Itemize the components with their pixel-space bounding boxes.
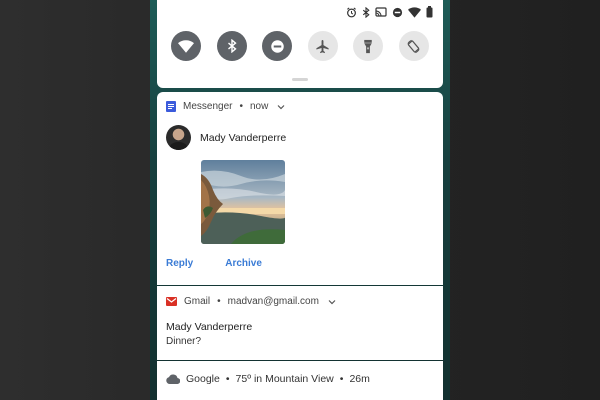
email-sender: Mady Vanderperre: [166, 321, 253, 333]
account-email: madvan@gmail.com: [227, 296, 319, 307]
chevron-down-icon[interactable]: [328, 299, 336, 305]
sender-row: Mady Vanderperre: [166, 125, 286, 150]
weather-row: Google • 75º in Mountain View • 26m: [166, 373, 370, 385]
shared-photo[interactable]: [201, 160, 285, 244]
notification-actions: Reply Archive: [166, 258, 262, 269]
do-not-disturb-icon: [392, 7, 403, 17]
app-name: Gmail: [184, 296, 211, 307]
email-subject: Dinner?: [166, 336, 202, 347]
alarm-icon: [347, 7, 356, 17]
do-not-disturb-icon: [270, 39, 284, 53]
separator-dot: •: [217, 296, 221, 307]
battery-icon: [426, 6, 433, 18]
messenger-app-icon: [166, 101, 176, 112]
bluetooth-tile[interactable]: [216, 31, 247, 61]
do-not-disturb-tile[interactable]: [262, 31, 293, 61]
auto-rotate-tile[interactable]: [398, 31, 429, 61]
separator-dot: •: [339, 373, 344, 385]
airplane-mode-tile[interactable]: [307, 31, 338, 61]
status-bar: [346, 6, 433, 18]
notification-time: now: [249, 101, 269, 112]
quick-settings-panel: [157, 0, 443, 88]
flashlight-tile[interactable]: [353, 31, 384, 61]
app-name: Messenger: [183, 101, 233, 112]
chevron-down-icon[interactable]: [277, 104, 285, 110]
bluetooth-icon: [362, 6, 370, 18]
panel-drag-handle[interactable]: [292, 78, 308, 81]
auto-rotate-icon: [407, 39, 421, 53]
messenger-notification[interactable]: Messenger • now Mady Vanderperre Reply A…: [157, 92, 443, 285]
wifi-icon: [408, 6, 421, 18]
quick-settings-tiles: [171, 31, 429, 61]
bluetooth-icon: [227, 39, 237, 53]
wifi-icon: [178, 39, 194, 53]
wifi-tile[interactable]: [171, 31, 201, 61]
cast-icon: [375, 6, 387, 17]
gmail-notification[interactable]: Gmail • madvan@gmail.com Mady Vanderperr…: [157, 286, 443, 360]
avatar: [166, 125, 191, 150]
notification-header: Messenger • now: [166, 101, 285, 112]
app-name: Google: [186, 373, 220, 385]
separator-dot: •: [225, 373, 230, 385]
flashlight-icon: [364, 39, 373, 53]
notification-time: 26m: [349, 373, 370, 385]
reply-button[interactable]: Reply: [166, 258, 193, 269]
weather-summary: 75º in Mountain View: [235, 373, 334, 385]
cloud-icon: [166, 374, 180, 384]
archive-button[interactable]: Archive: [225, 258, 262, 269]
sender-name: Mady Vanderperre: [200, 131, 287, 144]
google-weather-notification[interactable]: Google • 75º in Mountain View • 26m: [157, 361, 443, 400]
landscape-photo: [201, 160, 285, 244]
separator-dot: •: [239, 101, 243, 112]
notification-header: Gmail • madvan@gmail.com: [166, 296, 336, 307]
gmail-app-icon: [166, 297, 177, 306]
airplane-icon: [316, 39, 329, 53]
